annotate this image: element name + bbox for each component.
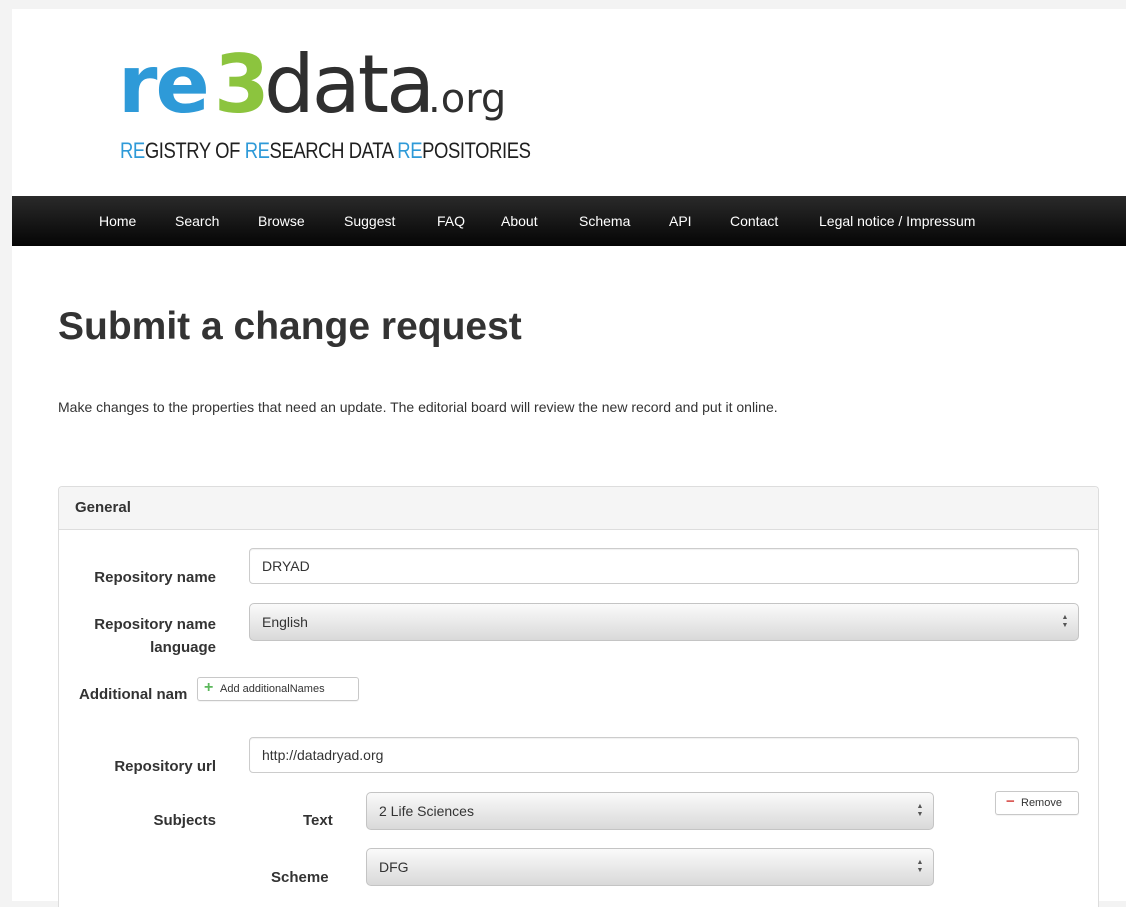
tagline-gistry: GISTRY OF bbox=[144, 138, 245, 163]
up-down-arrows-icon: ▲ ▼ bbox=[916, 803, 924, 818]
tagline-re-3: RE bbox=[397, 138, 423, 163]
repository-name-language-label-line2: language bbox=[150, 639, 216, 656]
page-intro: Make changes to the properties that need… bbox=[58, 399, 778, 415]
tagline-re-1: RE bbox=[120, 138, 145, 163]
logo-tagline: REGISTRY OF RESEARCH DATA REPOSITORIES bbox=[120, 138, 531, 164]
add-additional-names-label: Add additionalNames bbox=[220, 683, 325, 695]
up-down-arrows-icon: ▲ ▼ bbox=[1061, 614, 1069, 629]
repository-name-language-select[interactable]: English ▲ ▼ bbox=[249, 603, 1079, 641]
up-down-arrows-icon: ▲ ▼ bbox=[916, 859, 924, 874]
nav-faq[interactable]: FAQ bbox=[437, 196, 465, 246]
repository-name-language-value: English bbox=[262, 614, 308, 630]
subjects-text-select[interactable]: 2 Life Sciences ▲ ▼ bbox=[366, 792, 934, 830]
nav-contact[interactable]: Contact bbox=[730, 196, 778, 246]
logo-re: re bbox=[118, 38, 210, 131]
subjects-label: Subjects bbox=[153, 812, 216, 829]
subjects-scheme-select[interactable]: DFG ▲ ▼ bbox=[366, 848, 934, 886]
remove-subject-button[interactable]: − Remove bbox=[995, 791, 1079, 815]
nav-api[interactable]: API bbox=[669, 196, 692, 246]
main-navbar: Home Search Browse Suggest FAQ About Sch… bbox=[12, 196, 1126, 246]
repository-name-input[interactable]: DRYAD bbox=[249, 548, 1079, 584]
logo-three: 3 bbox=[214, 38, 270, 131]
panel-title: General bbox=[75, 499, 131, 516]
tagline-search-data: SEARCH DATA bbox=[269, 138, 398, 163]
subjects-scheme-value: DFG bbox=[379, 859, 409, 875]
repository-url-label: Repository url bbox=[114, 758, 216, 775]
repository-name-label: Repository name bbox=[94, 569, 216, 586]
subjects-text-value: 2 Life Sciences bbox=[379, 803, 474, 819]
nav-about[interactable]: About bbox=[501, 196, 538, 246]
panel-heading: General bbox=[59, 487, 1098, 530]
logo-data: data bbox=[264, 38, 435, 131]
remove-subject-label: Remove bbox=[1021, 797, 1062, 809]
tagline-re-2: RE bbox=[244, 138, 270, 163]
nav-browse[interactable]: Browse bbox=[258, 196, 305, 246]
repository-url-input[interactable]: http://datadryad.org bbox=[249, 737, 1079, 773]
general-panel: General Repository name DRYAD Repository… bbox=[58, 486, 1099, 907]
subjects-text-label: Text bbox=[303, 812, 333, 829]
nav-search[interactable]: Search bbox=[175, 196, 219, 246]
nav-schema[interactable]: Schema bbox=[579, 196, 630, 246]
plus-icon: + bbox=[204, 679, 214, 696]
repository-name-language-label-line1: Repository name bbox=[94, 616, 216, 633]
nav-suggest[interactable]: Suggest bbox=[344, 196, 395, 246]
logo-org: .org bbox=[428, 76, 507, 122]
add-additional-names-button[interactable]: + Add additionalNames bbox=[197, 677, 359, 701]
nav-legal-notice[interactable]: Legal notice / Impressum bbox=[819, 196, 975, 246]
page-title: Submit a change request bbox=[58, 305, 522, 348]
page: re 3 data .org REGISTRY OF RESEARCH DATA… bbox=[12, 9, 1126, 907]
additional-names-label: Additional nam bbox=[79, 686, 188, 703]
nav-home[interactable]: Home bbox=[99, 196, 136, 246]
re3data-logo[interactable]: re 3 data .org REGISTRY OF RESEARCH DATA… bbox=[118, 37, 538, 177]
subjects-scheme-label: Scheme bbox=[271, 869, 329, 886]
minus-icon: − bbox=[1006, 793, 1015, 810]
tagline-positories: POSITORIES bbox=[422, 138, 531, 163]
